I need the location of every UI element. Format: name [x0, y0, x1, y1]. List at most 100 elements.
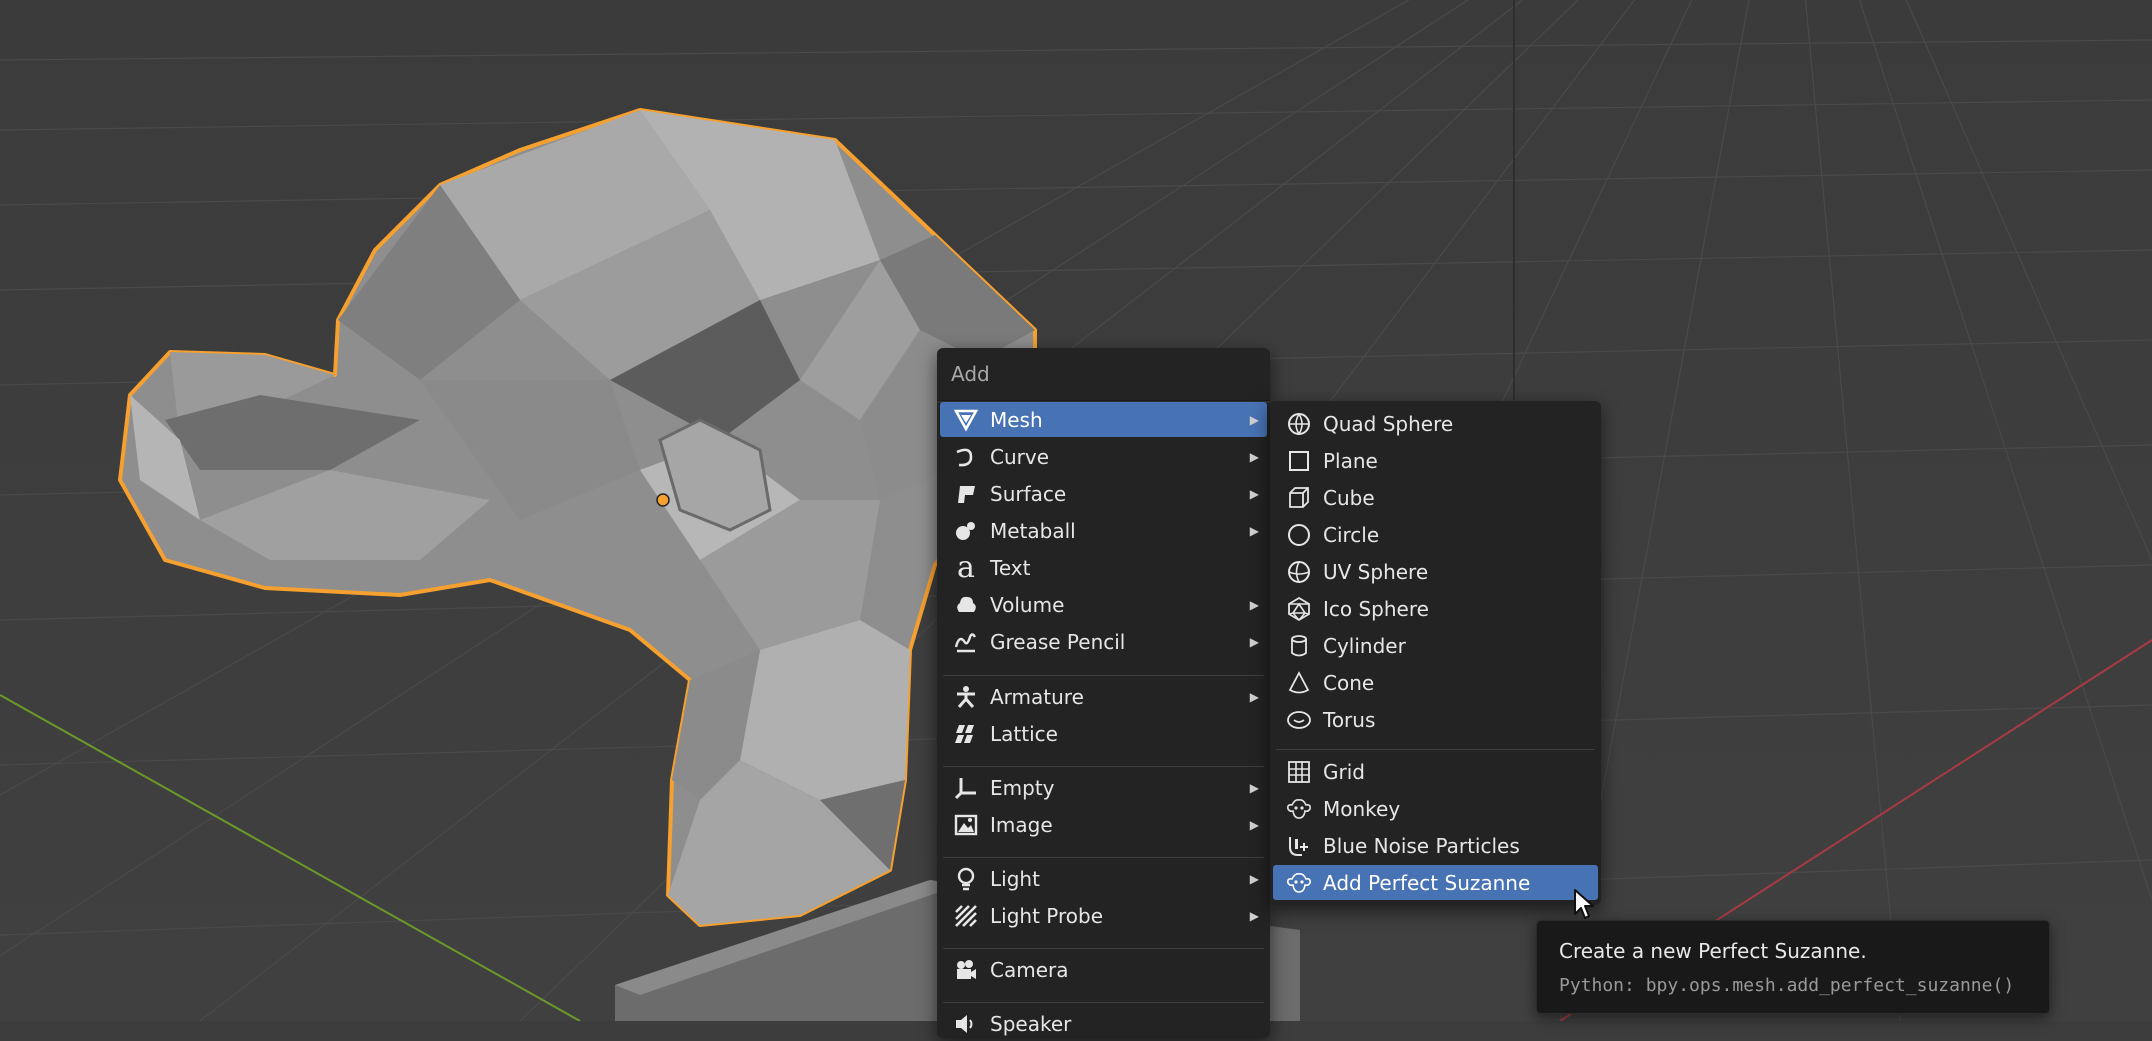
- menu-item-mesh[interactable]: Mesh ▶: [940, 402, 1267, 437]
- submenu-arrow-icon: ▶: [1249, 412, 1259, 427]
- menu-item-label: Camera: [990, 957, 1069, 982]
- surface-icon: [950, 478, 982, 510]
- submenu-arrow-icon: ▶: [1249, 486, 1259, 501]
- menu-separator: [943, 1002, 1264, 1003]
- submenu-arrow-icon: ▶: [1249, 597, 1259, 612]
- cube-icon: [1283, 482, 1315, 514]
- menu-item-image[interactable]: Image ▶: [940, 807, 1267, 842]
- mouse-cursor-icon: [1574, 889, 1594, 919]
- menu-item-label: Light Probe: [990, 903, 1103, 928]
- menu-item-text[interactable]: a Text: [940, 550, 1267, 585]
- menu-item-metaball[interactable]: Metaball ▶: [940, 513, 1267, 548]
- menu-item-lattice[interactable]: Lattice: [940, 716, 1267, 751]
- menu-item-cone[interactable]: Cone: [1273, 665, 1598, 700]
- light-probe-icon: [950, 900, 982, 932]
- cone-icon: [1283, 667, 1315, 699]
- menu-item-label: Quad Sphere: [1323, 411, 1454, 436]
- submenu-arrow-icon: ▶: [1249, 689, 1259, 704]
- monkey-icon: [1283, 867, 1315, 899]
- menu-item-label: Monkey: [1323, 796, 1401, 821]
- menu-item-label: Empty: [990, 775, 1055, 800]
- menu-item-volume[interactable]: Volume ▶: [940, 587, 1267, 622]
- plane-icon: [1283, 445, 1315, 477]
- curve-icon: [950, 441, 982, 473]
- camera-icon: [950, 954, 982, 986]
- submenu-arrow-icon: ▶: [1249, 871, 1259, 886]
- cylinder-icon: [1283, 630, 1315, 662]
- grease-pencil-icon: [950, 626, 982, 658]
- circle-icon: [1283, 519, 1315, 551]
- tooltip-python: Python: bpy.ops.mesh.add_perfect_suzanne…: [1559, 975, 2015, 996]
- menu-item-blue-noise-particles[interactable]: Blue Noise Particles: [1273, 828, 1598, 863]
- uv-sphere-icon: [1283, 556, 1315, 588]
- menu-item-label: Armature: [990, 684, 1084, 709]
- menu-item-grease-pencil[interactable]: Grease Pencil ▶: [940, 624, 1267, 659]
- add-menu-title: Add: [951, 362, 990, 386]
- menu-separator: [943, 948, 1264, 949]
- mesh-submenu: Quad Sphere Plane Cube Circle UV Sphere …: [1270, 401, 1601, 905]
- object-origin-dot: [656, 493, 670, 507]
- menu-item-label: Plane: [1323, 448, 1378, 473]
- menu-item-camera[interactable]: Camera: [940, 952, 1267, 987]
- menu-item-cube[interactable]: Cube: [1273, 480, 1598, 515]
- menu-item-ico-sphere[interactable]: Ico Sphere: [1273, 591, 1598, 626]
- ico-sphere-icon: [1283, 593, 1315, 625]
- menu-separator: [1276, 749, 1595, 750]
- grid-icon: [1283, 756, 1315, 788]
- submenu-arrow-icon: ▶: [1249, 780, 1259, 795]
- menu-item-curve[interactable]: Curve ▶: [940, 439, 1267, 474]
- menu-item-label: Metaball: [990, 518, 1076, 543]
- tooltip-description: Create a new Perfect Suzanne.: [1559, 939, 1867, 963]
- menu-item-speaker[interactable]: Speaker: [940, 1006, 1267, 1041]
- menu-item-armature[interactable]: Armature ▶: [940, 679, 1267, 714]
- light-icon: [950, 863, 982, 895]
- menu-item-circle[interactable]: Circle: [1273, 517, 1598, 552]
- menu-item-label: Text: [990, 555, 1031, 580]
- quad-sphere-icon: [1283, 408, 1315, 440]
- menu-item-label: Volume: [990, 592, 1065, 617]
- submenu-arrow-icon: ▶: [1249, 523, 1259, 538]
- menu-item-label: Mesh: [990, 407, 1043, 432]
- menu-item-label: Light: [990, 866, 1040, 891]
- menu-item-add-perfect-suzanne[interactable]: Add Perfect Suzanne: [1273, 865, 1598, 900]
- menu-item-light[interactable]: Light ▶: [940, 861, 1267, 896]
- menu-item-label: UV Sphere: [1323, 559, 1429, 584]
- menu-item-label: Blue Noise Particles: [1323, 833, 1520, 858]
- lattice-icon: [950, 718, 982, 750]
- menu-item-light-probe[interactable]: Light Probe ▶: [940, 898, 1267, 933]
- menu-item-plane[interactable]: Plane: [1273, 443, 1598, 478]
- image-icon: [950, 809, 982, 841]
- blue-noise-particles-icon: [1283, 830, 1315, 862]
- menu-item-cylinder[interactable]: Cylinder: [1273, 628, 1598, 663]
- menu-item-label: Lattice: [990, 721, 1058, 746]
- empty-icon: [950, 772, 982, 804]
- menu-item-label: Grid: [1323, 759, 1365, 784]
- volume-icon: [950, 589, 982, 621]
- menu-item-label: Cone: [1323, 670, 1375, 695]
- tooltip: Create a new Perfect Suzanne. Python: bp…: [1536, 920, 2050, 1014]
- menu-item-label: Ico Sphere: [1323, 596, 1429, 621]
- menu-item-surface[interactable]: Surface ▶: [940, 476, 1267, 511]
- torus-icon: [1283, 704, 1315, 736]
- menu-item-label: Speaker: [990, 1011, 1072, 1036]
- menu-item-empty[interactable]: Empty ▶: [940, 770, 1267, 805]
- menu-item-label: Grease Pencil: [990, 629, 1126, 654]
- menu-item-label: Cylinder: [1323, 633, 1406, 658]
- menu-item-label: Circle: [1323, 522, 1380, 547]
- menu-item-label: Torus: [1323, 707, 1376, 732]
- menu-item-quad-sphere[interactable]: Quad Sphere: [1273, 406, 1598, 441]
- menu-item-uv-sphere[interactable]: UV Sphere: [1273, 554, 1598, 589]
- text-icon: a: [957, 549, 975, 585]
- menu-item-label: Image: [990, 812, 1053, 837]
- menu-item-torus[interactable]: Torus: [1273, 702, 1598, 737]
- add-menu: Add Mesh ▶ Curve ▶ Surface ▶ Metaball ▶ …: [937, 348, 1270, 1038]
- menu-separator: [943, 857, 1264, 858]
- menu-item-label: Add Perfect Suzanne: [1323, 870, 1531, 895]
- menu-item-monkey[interactable]: Monkey: [1273, 791, 1598, 826]
- submenu-arrow-icon: ▶: [1249, 634, 1259, 649]
- submenu-arrow-icon: ▶: [1249, 908, 1259, 923]
- menu-item-label: Curve: [990, 444, 1050, 469]
- menu-item-grid[interactable]: Grid: [1273, 754, 1598, 789]
- mesh-icon: [950, 404, 982, 436]
- menu-separator: [943, 766, 1264, 767]
